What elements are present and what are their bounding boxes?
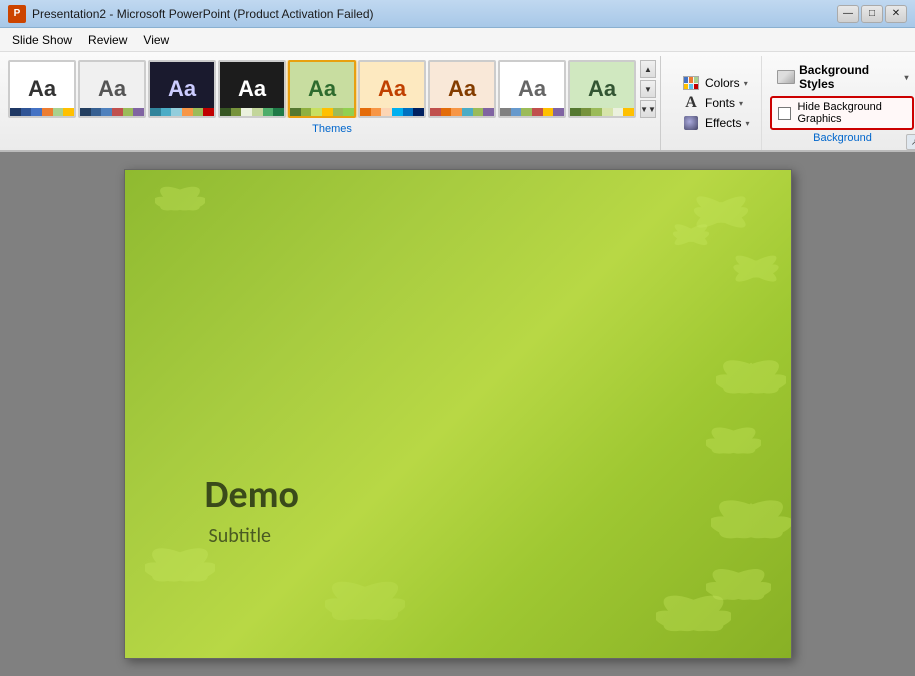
effects-button[interactable]: Effects ▾ bbox=[677, 113, 753, 133]
scroll-down-button[interactable]: ▼ bbox=[640, 80, 656, 98]
scroll-more-button[interactable]: ▼▼ bbox=[640, 100, 656, 118]
theme-thumb-7[interactable]: Aa bbox=[428, 60, 496, 118]
hide-bg-checkbox[interactable] bbox=[778, 107, 791, 120]
colors-chevron-icon: ▾ bbox=[744, 79, 748, 88]
background-expand-button[interactable]: ↗ bbox=[906, 134, 915, 150]
slide-subtitle: Subtitle bbox=[209, 524, 272, 548]
theme-label-1: Aa bbox=[28, 76, 56, 102]
background-styles-button[interactable]: Background Styles ▾ bbox=[770, 60, 914, 94]
fonts-icon: A bbox=[681, 95, 701, 111]
window-controls[interactable]: — □ ✕ bbox=[837, 5, 907, 23]
fonts-label: Fonts bbox=[705, 96, 735, 110]
menu-view[interactable]: View bbox=[135, 31, 177, 49]
butterfly-2 bbox=[731, 250, 781, 293]
main-content: Demo Subtitle bbox=[0, 152, 915, 676]
effects-chevron-icon: ▾ bbox=[745, 119, 749, 128]
background-styles-icon bbox=[776, 69, 795, 85]
design-options-group: Colors ▾ A Fonts ▾ Effects ▾ bbox=[669, 56, 762, 150]
theme-thumb-5[interactable]: Aa bbox=[288, 60, 356, 118]
background-group: Background Styles ▾ Hide Background Grap… bbox=[762, 56, 915, 150]
butterfly-9 bbox=[155, 180, 205, 223]
themes-section: Aa Aa bbox=[8, 56, 656, 150]
effects-icon bbox=[681, 115, 701, 131]
scroll-up-button[interactable]: ▲ bbox=[640, 60, 656, 78]
gallery-scroll[interactable]: ▲ ▼ ▼▼ bbox=[640, 60, 656, 118]
background-styles-chevron-icon: ▾ bbox=[904, 73, 908, 82]
background-styles-label: Background Styles bbox=[799, 63, 900, 91]
colors-icon bbox=[681, 75, 701, 91]
background-group-label: Background bbox=[770, 130, 914, 146]
ribbon: Aa Aa bbox=[0, 52, 915, 152]
butterfly-5 bbox=[706, 420, 761, 467]
slide[interactable]: Demo Subtitle bbox=[124, 169, 792, 659]
butterfly-4 bbox=[716, 350, 786, 410]
right-ribbon: Colors ▾ A Fonts ▾ Effects ▾ bbox=[660, 56, 915, 150]
window-title: Presentation2 - Microsoft PowerPoint (Pr… bbox=[32, 7, 373, 21]
hide-background-graphics-label: Hide Background Graphics bbox=[797, 101, 906, 125]
theme-label-2: Aa bbox=[98, 76, 126, 102]
butterfly-10 bbox=[325, 573, 405, 638]
colors-label: Colors bbox=[705, 76, 740, 90]
theme-label-6: Aa bbox=[378, 76, 406, 102]
fonts-button[interactable]: A Fonts ▾ bbox=[677, 93, 753, 113]
themes-label: Themes bbox=[8, 120, 656, 137]
effects-label: Effects bbox=[705, 116, 741, 130]
theme-thumb-3[interactable]: Aa bbox=[148, 60, 216, 118]
theme-label-9: Aa bbox=[588, 76, 616, 102]
butterfly-8 bbox=[145, 538, 215, 598]
theme-thumb-2[interactable]: Aa bbox=[78, 60, 146, 118]
theme-thumb-9[interactable]: Aa bbox=[568, 60, 636, 118]
butterfly-6 bbox=[711, 490, 791, 555]
app-icon: P bbox=[8, 5, 26, 23]
theme-label-7: Aa bbox=[448, 76, 476, 102]
colors-button[interactable]: Colors ▾ bbox=[677, 73, 753, 93]
butterfly-3 bbox=[671, 220, 711, 255]
title-bar: P Presentation2 - Microsoft PowerPoint (… bbox=[0, 0, 915, 28]
theme-label-3: Aa bbox=[168, 76, 196, 102]
theme-label-8: Aa bbox=[518, 76, 546, 102]
slide-title: Demo bbox=[205, 472, 299, 518]
menu-bar: Slide Show Review View bbox=[0, 28, 915, 52]
theme-thumb-8[interactable]: Aa bbox=[498, 60, 566, 118]
menu-review[interactable]: Review bbox=[80, 31, 135, 49]
menu-slideshow[interactable]: Slide Show bbox=[4, 31, 80, 49]
theme-thumb-6[interactable]: Aa bbox=[358, 60, 426, 118]
theme-thumb-4[interactable]: Aa bbox=[218, 60, 286, 118]
theme-thumb-1[interactable]: Aa bbox=[8, 60, 76, 118]
hide-background-graphics-button[interactable]: Hide Background Graphics bbox=[770, 96, 914, 130]
theme-label-5: Aa bbox=[308, 76, 336, 102]
maximize-button[interactable]: □ bbox=[861, 5, 883, 23]
fonts-chevron-icon: ▾ bbox=[739, 99, 743, 108]
theme-label-4: Aa bbox=[238, 76, 266, 102]
butterfly-11 bbox=[656, 585, 731, 648]
close-button[interactable]: ✕ bbox=[885, 5, 907, 23]
themes-gallery: Aa Aa bbox=[8, 56, 656, 120]
theme-thumbnails: Aa Aa bbox=[8, 60, 636, 118]
minimize-button[interactable]: — bbox=[837, 5, 859, 23]
